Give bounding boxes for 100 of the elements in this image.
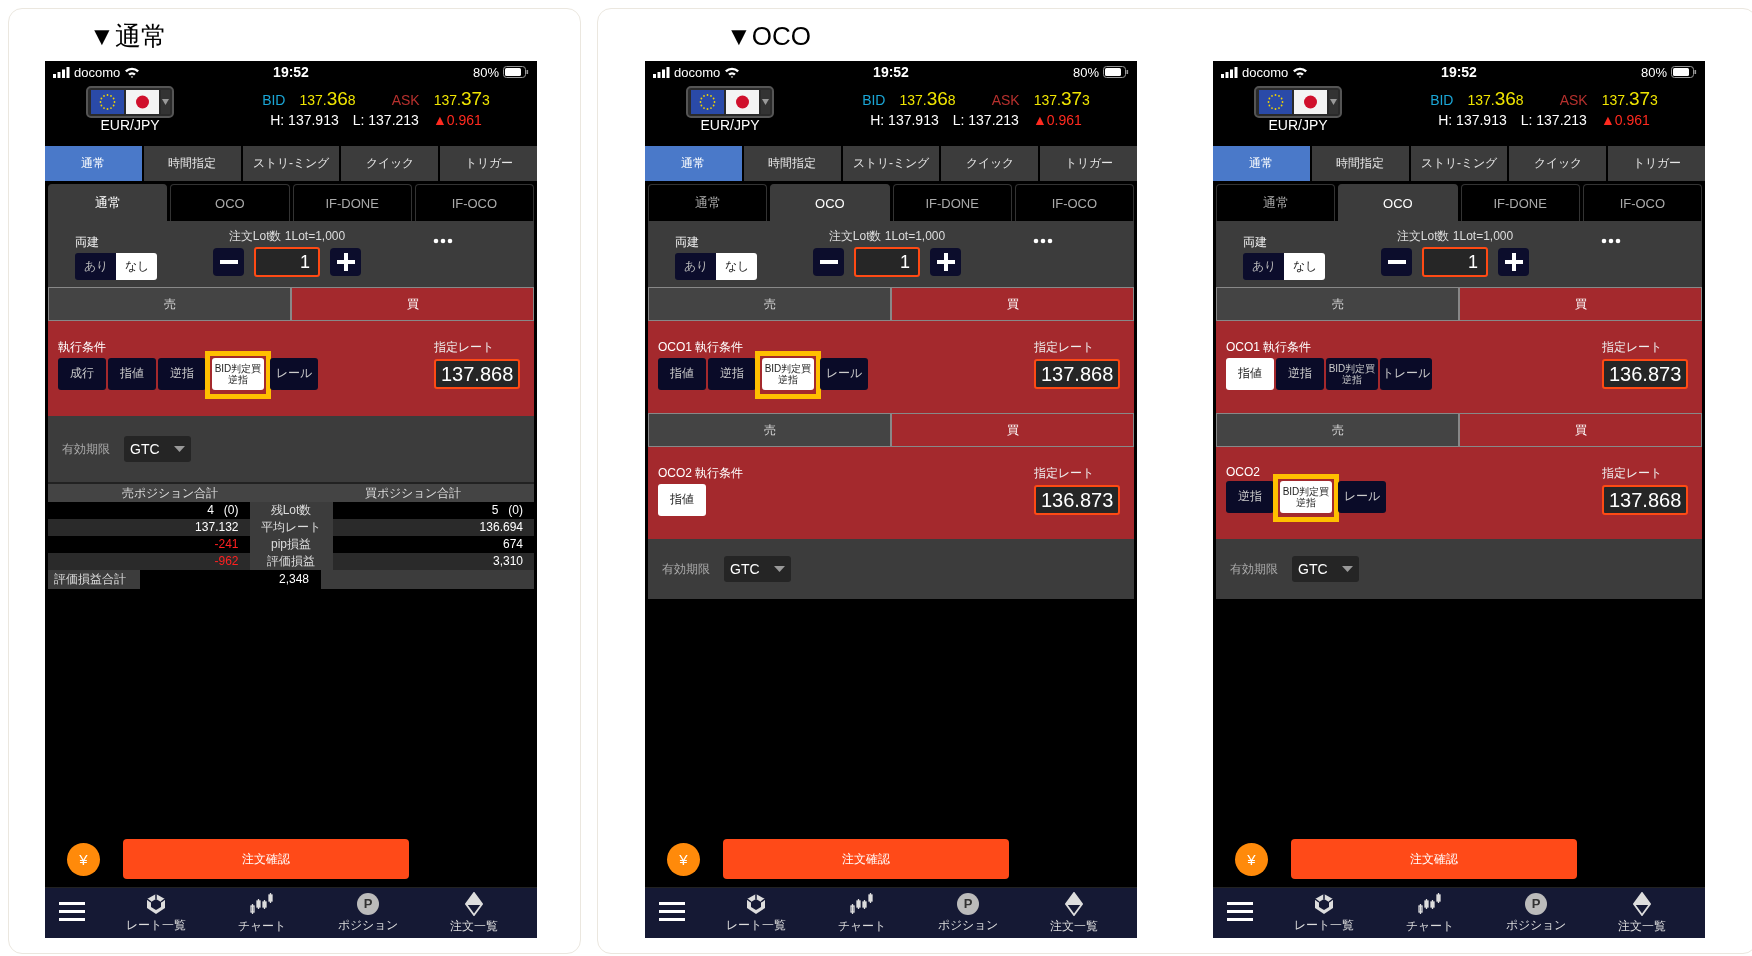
execution-type-button[interactable]: 逆指	[1276, 358, 1324, 390]
trade-side-tab[interactable]: 売	[1216, 287, 1459, 321]
expiry-dropdown[interactable]: GTC	[1292, 556, 1359, 582]
currency-pair-selector[interactable]	[686, 86, 774, 118]
nav-item[interactable]: レート一覧	[703, 892, 809, 934]
diamond-icon	[1065, 891, 1083, 916]
execution-type-button[interactable]: BID判定買逆指	[1280, 481, 1332, 513]
order-type-tab[interactable]: 通常	[1216, 184, 1336, 221]
order-mode-tab[interactable]: 通常	[645, 146, 742, 181]
currency-pair-selector[interactable]	[1254, 86, 1342, 118]
expiry-dropdown[interactable]: GTC	[124, 436, 191, 462]
nav-item[interactable]: レート一覧	[1271, 892, 1377, 934]
hedge-option[interactable]: あり	[675, 253, 716, 280]
decrease-button[interactable]	[213, 248, 244, 276]
currency-pair-selector[interactable]	[86, 86, 174, 118]
nav-item[interactable]: チャート	[1377, 891, 1483, 935]
hedge-option[interactable]: なし	[1284, 253, 1325, 280]
nav-item[interactable]: P ポジション	[1483, 892, 1589, 934]
trade-side-tab[interactable]: 買	[291, 287, 534, 321]
order-type-tab[interactable]: OCO	[1338, 184, 1458, 221]
trade-side-tab[interactable]: 買	[1459, 413, 1702, 447]
increase-button[interactable]	[1498, 248, 1529, 276]
order-type-tab[interactable]: IF-DONE	[892, 184, 1012, 221]
nav-item[interactable]: P ポジション	[315, 892, 421, 934]
order-mode-tab[interactable]: トリガー	[1608, 146, 1705, 181]
order-mode-tab[interactable]: 時間指定	[743, 146, 841, 181]
execution-type-button[interactable]: BID判定買逆指	[1326, 358, 1378, 390]
execution-type-button[interactable]: レール	[1338, 481, 1386, 513]
order-mode-tab[interactable]: クイック	[341, 146, 439, 181]
execution-type-button[interactable]: 指値	[108, 358, 156, 390]
execution-type-button[interactable]: 指値	[1226, 358, 1274, 390]
order-mode-tab[interactable]: 通常	[45, 146, 142, 181]
order-mode-tab[interactable]: トリガー	[440, 146, 537, 181]
hedge-option[interactable]: なし	[716, 253, 757, 280]
order-mode-tab[interactable]: トリガー	[1040, 146, 1137, 181]
order-type-tab[interactable]: IF-OCO	[1582, 184, 1702, 221]
order-mode-tab[interactable]: 時間指定	[143, 146, 241, 181]
order-type-tab[interactable]: IF-DONE	[1460, 184, 1580, 221]
decrease-button[interactable]	[813, 248, 844, 276]
trade-side-tab[interactable]: 買	[891, 413, 1134, 447]
trade-side-tab[interactable]: 買	[1459, 287, 1702, 321]
order-type-tab[interactable]: IF-OCO	[1014, 184, 1134, 221]
order-type-tab[interactable]: IF-OCO	[414, 184, 534, 221]
nav-item[interactable]: 注文一覧	[1589, 891, 1695, 935]
trade-side-tab[interactable]: 売	[1216, 413, 1459, 447]
nav-item[interactable]: 注文一覧	[1021, 891, 1127, 935]
increase-button[interactable]	[930, 248, 961, 276]
execution-type-button[interactable]: 逆指	[708, 358, 756, 390]
hedge-option[interactable]: あり	[1243, 253, 1284, 280]
lot-quantity-field[interactable]: 1	[854, 247, 920, 277]
menu-button[interactable]	[1227, 902, 1253, 924]
order-mode-tab[interactable]: クイック	[1509, 146, 1607, 181]
execution-type-button[interactable]: 逆指	[1226, 481, 1274, 513]
order-mode-tab[interactable]: 時間指定	[1311, 146, 1409, 181]
hedge-option[interactable]: なし	[116, 253, 157, 280]
order-type-tab[interactable]: 通常	[48, 184, 168, 221]
trade-side-tab[interactable]: 売	[648, 413, 891, 447]
order-type-tab[interactable]: OCO	[770, 184, 890, 221]
order-type-tab[interactable]: OCO	[170, 184, 290, 221]
rate-field[interactable]: 137.868	[1034, 359, 1120, 389]
increase-button[interactable]	[330, 248, 361, 276]
execution-type-button[interactable]: レール	[270, 358, 318, 390]
diamond-icon	[465, 891, 483, 916]
order-mode-tab[interactable]: クイック	[941, 146, 1039, 181]
trade-side-tab[interactable]: 売	[48, 287, 291, 321]
execution-type-button[interactable]: レール	[820, 358, 868, 390]
menu-button[interactable]	[659, 902, 685, 924]
more-icon[interactable]	[433, 238, 453, 244]
hedge-option[interactable]: あり	[75, 253, 116, 280]
execution-type-button[interactable]: 指値	[658, 484, 706, 516]
execution-type-button[interactable]: トレール	[1380, 358, 1432, 390]
rate-field[interactable]: 136.873	[1602, 359, 1688, 389]
lot-quantity-field[interactable]: 1	[254, 247, 320, 277]
more-icon[interactable]	[1601, 238, 1621, 244]
order-mode-tab[interactable]: ストリ-ミング	[842, 146, 940, 181]
nav-item[interactable]: 注文一覧	[421, 891, 527, 935]
trade-side-tab[interactable]: 売	[648, 287, 891, 321]
order-type-tab[interactable]: IF-DONE	[292, 184, 412, 221]
more-icon[interactable]	[1033, 238, 1053, 244]
menu-button[interactable]	[59, 902, 85, 924]
rate-field[interactable]: 137.868	[434, 359, 520, 389]
execution-type-button[interactable]: BID判定買逆指	[762, 358, 814, 390]
execution-type-button[interactable]: 逆指	[158, 358, 206, 390]
decrease-button[interactable]	[1381, 248, 1412, 276]
order-type-tab[interactable]: 通常	[648, 184, 768, 221]
nav-item[interactable]: P ポジション	[915, 892, 1021, 934]
order-mode-tab[interactable]: ストリ-ミング	[1410, 146, 1508, 181]
nav-item[interactable]: チャート	[809, 891, 915, 935]
nav-item[interactable]: レート一覧	[103, 892, 209, 934]
execution-type-button[interactable]: BID判定買逆指	[212, 358, 264, 390]
order-mode-tab[interactable]: 通常	[1213, 146, 1310, 181]
execution-type-button[interactable]: 指値	[658, 358, 706, 390]
order-mode-tab[interactable]: ストリ-ミング	[242, 146, 340, 181]
execution-type-button[interactable]: 成行	[58, 358, 106, 390]
rate-field[interactable]: 136.873	[1034, 485, 1120, 515]
trade-side-tab[interactable]: 買	[891, 287, 1134, 321]
lot-quantity-field[interactable]: 1	[1422, 247, 1488, 277]
rate-field[interactable]: 137.868	[1602, 485, 1688, 515]
expiry-dropdown[interactable]: GTC	[724, 556, 791, 582]
nav-item[interactable]: チャート	[209, 891, 315, 935]
